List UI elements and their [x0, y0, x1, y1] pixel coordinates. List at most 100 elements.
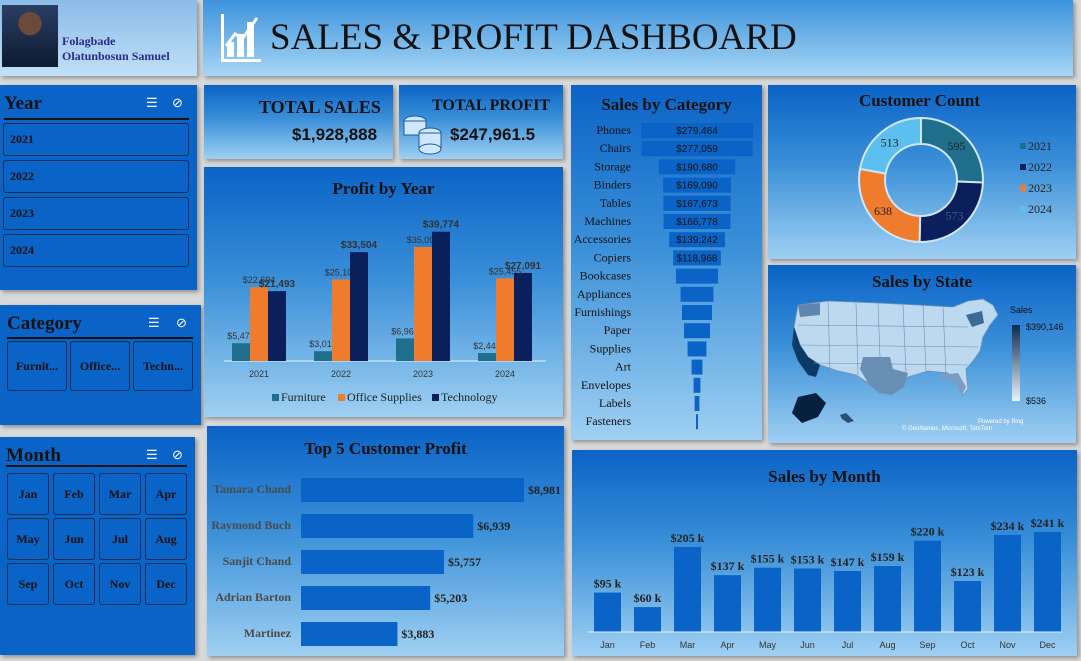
- category-label: Furnishings: [574, 305, 631, 319]
- category-option-0[interactable]: Furnit...: [7, 341, 67, 391]
- bar-customer-4[interactable]: [301, 622, 398, 646]
- legend-label: 2022: [1028, 160, 1052, 174]
- funnel-bar-paper[interactable]: [683, 323, 711, 339]
- data-label: $3,883: [401, 627, 434, 641]
- bar-technology-2023[interactable]: [432, 231, 450, 361]
- bar-furniture-2021[interactable]: [232, 343, 250, 361]
- category-label: Binders: [594, 178, 632, 192]
- month-option-sep[interactable]: Sep: [7, 563, 49, 605]
- bar-month-jan[interactable]: [594, 592, 621, 632]
- month-option-aug[interactable]: Aug: [145, 518, 187, 560]
- funnel-bar-envelopes[interactable]: [693, 377, 701, 393]
- multi-select-icon[interactable]: ☰: [146, 95, 158, 111]
- bar-month-jul[interactable]: [834, 571, 861, 632]
- legend-label: Office Supplies: [347, 390, 422, 404]
- bar-month-oct[interactable]: [954, 580, 981, 632]
- tick-label: Nov: [999, 640, 1016, 650]
- legend-label: Technology: [441, 390, 497, 404]
- funnel-bar-appliances[interactable]: [680, 286, 714, 302]
- bar-month-nov[interactable]: [994, 534, 1021, 632]
- customer-count-panel: Customer Count 595 2021 573 2022 638 2023 513 2…: [768, 85, 1076, 259]
- funnel-bar-art[interactable]: [691, 359, 703, 375]
- data-label: $6,939: [477, 519, 510, 533]
- bar-month-jun[interactable]: [794, 568, 821, 632]
- bar-furniture-2023[interactable]: [396, 338, 414, 361]
- legend-title: Sales: [1010, 305, 1033, 315]
- bar-customer-1[interactable]: [301, 514, 474, 538]
- category-option-2[interactable]: Techn...: [133, 341, 193, 391]
- bar-month-mar[interactable]: [674, 546, 701, 632]
- clear-filter-icon[interactable]: ⊘: [176, 315, 187, 331]
- bar-customer-3[interactable]: [301, 586, 431, 610]
- sales-by-month-chart: $95 k Jan $60 k Feb $205 k Mar $137 k Apr $155 k…: [588, 516, 1065, 650]
- funnel-bar-labels[interactable]: [694, 396, 700, 411]
- bar-month-feb[interactable]: [634, 607, 661, 632]
- month-option-jun[interactable]: Jun: [53, 518, 95, 560]
- year-option-2023[interactable]: 2023: [3, 197, 189, 230]
- data-label: $21,493: [259, 279, 296, 290]
- data-label: $277,059: [676, 144, 718, 155]
- legend-min: $536: [1026, 396, 1047, 406]
- year-option-2022[interactable]: 2022: [3, 160, 189, 193]
- bar-office-supplies-2023[interactable]: [414, 246, 432, 361]
- multi-select-icon[interactable]: ☰: [148, 315, 160, 331]
- data-label: $159 k: [871, 550, 905, 564]
- clear-filter-icon[interactable]: ⊘: [172, 95, 183, 111]
- month-option-mar[interactable]: Mar: [99, 473, 141, 515]
- bar-month-aug[interactable]: [874, 566, 901, 632]
- category-label: Envelopes: [581, 378, 631, 392]
- month-option-jan[interactable]: Jan: [7, 473, 49, 515]
- category-label: Art: [615, 360, 632, 374]
- legend-swatch: [338, 394, 345, 401]
- bar-customer-0[interactable]: [301, 478, 524, 502]
- customer-label: Tamara Chand: [213, 482, 291, 496]
- total-sales-value: $1,928,888: [292, 125, 378, 144]
- data-label: $8,981: [528, 483, 561, 497]
- bar-month-sep[interactable]: [914, 540, 941, 632]
- multi-select-icon[interactable]: ☰: [146, 447, 158, 463]
- bar-month-dec[interactable]: [1034, 532, 1061, 632]
- year-option-2021[interactable]: 2021: [3, 123, 189, 156]
- category-label: Storage: [594, 159, 631, 173]
- month-option-oct[interactable]: Oct: [53, 563, 95, 605]
- month-option-jul[interactable]: Jul: [99, 518, 141, 560]
- bar-month-apr[interactable]: [714, 575, 741, 632]
- bar-office-supplies-2024[interactable]: [496, 278, 514, 361]
- year-option-2024[interactable]: 2024: [3, 234, 189, 267]
- funnel-bar-bookcases[interactable]: [675, 268, 719, 284]
- slice-label: 573: [946, 209, 964, 223]
- bar-technology-2021[interactable]: [268, 291, 286, 361]
- bar-customer-2[interactable]: [301, 550, 444, 574]
- clear-filter-icon[interactable]: ⊘: [172, 447, 183, 463]
- bar-furniture-2022[interactable]: [314, 351, 332, 361]
- tick-label: 2023: [413, 369, 433, 379]
- legend-label: Furniture: [281, 390, 326, 404]
- tick-label: Feb: [640, 640, 656, 650]
- month-option-feb[interactable]: Feb: [53, 473, 95, 515]
- bar-office-supplies-2021[interactable]: [250, 287, 268, 361]
- month-option-apr[interactable]: Apr: [145, 473, 187, 515]
- map-state-alaska[interactable]: [792, 393, 826, 423]
- month-option-nov[interactable]: Nov: [99, 563, 141, 605]
- category-option-1[interactable]: Office...: [70, 341, 130, 391]
- month-option-may[interactable]: May: [7, 518, 49, 560]
- data-label: $137 k: [711, 559, 745, 573]
- bar-technology-2024[interactable]: [514, 272, 532, 361]
- bar-office-supplies-2022[interactable]: [332, 279, 350, 361]
- legend-label: 2024: [1028, 202, 1052, 216]
- funnel-bar-furnishings[interactable]: [681, 305, 713, 320]
- chart-logo-icon: [221, 14, 261, 62]
- category-slicer: Category ☰ ⊘ Furnit... Office... Techn...: [0, 305, 201, 425]
- category-label: Chairs: [600, 141, 632, 155]
- bar-furniture-2024[interactable]: [478, 353, 496, 361]
- funnel-bar-supplies[interactable]: [687, 341, 707, 357]
- map-state-hawaii[interactable]: [840, 413, 854, 423]
- total-sales-label: TOTAL SALES: [259, 97, 381, 117]
- month-option-dec[interactable]: Dec: [145, 563, 187, 605]
- tick-label: Mar: [680, 640, 696, 650]
- bar-month-may[interactable]: [754, 567, 781, 632]
- data-label: $147 k: [831, 555, 865, 569]
- bar-technology-2022[interactable]: [350, 252, 368, 361]
- funnel-bar-fasteners[interactable]: [696, 414, 698, 430]
- map-state-washington[interactable]: [798, 303, 820, 317]
